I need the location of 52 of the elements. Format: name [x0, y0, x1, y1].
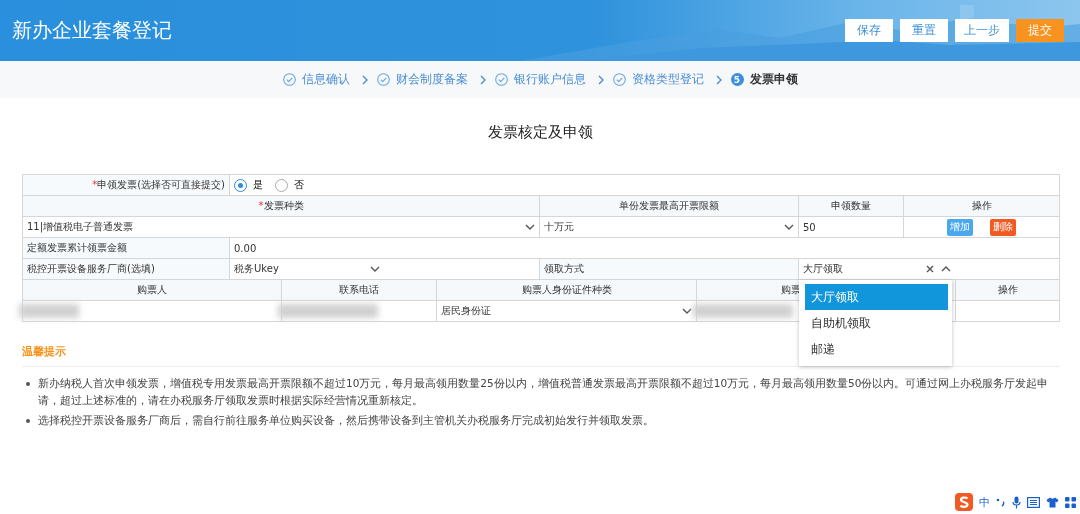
field-label: 领取方式: [544, 262, 584, 276]
bullet-icon: [26, 419, 30, 423]
column-header: *发票种类: [258, 199, 304, 213]
tip-text: 选择税控开票设备服务厂商后，需自行前往服务单位购买设备，然后携带设备到主管机关办税服务厅完成初始发行并领取发票。: [38, 413, 654, 428]
ime-logo-icon[interactable]: [955, 493, 973, 511]
column-header: 联系电话: [339, 283, 379, 297]
dropdown-option[interactable]: 邮递: [805, 336, 948, 362]
chevron-up-icon[interactable]: [941, 266, 951, 272]
column-header: 操作: [997, 283, 1018, 297]
keyboard-icon[interactable]: [1027, 496, 1040, 508]
step-label: 资格类型登记: [631, 71, 704, 88]
shirt-icon[interactable]: [1046, 496, 1059, 508]
form-title: 发票核定及申领: [486, 122, 594, 143]
limit-select[interactable]: 十万元: [540, 217, 799, 238]
field-label: *申领发票(选择否可直接提交): [92, 178, 225, 192]
dropdown-option[interactable]: 自助机领取: [805, 310, 948, 336]
chevron-right-icon: [361, 74, 368, 85]
header-button[interactable]: 保存: [845, 19, 893, 42]
grid-icon[interactable]: [1065, 496, 1076, 508]
chevron-down-icon: [784, 224, 794, 230]
column-header: 购票人: [137, 283, 167, 297]
column-header: 申领数量: [831, 199, 871, 213]
chevron-down-icon: [682, 308, 692, 314]
chevron-down-icon: [370, 266, 380, 272]
header-button[interactable]: 上一步: [955, 19, 1009, 42]
bullet-icon: [26, 382, 30, 386]
microphone-icon[interactable]: [1012, 495, 1021, 509]
header-button[interactable]: 重置: [900, 19, 948, 42]
field-label: 定额发票累计领票金额: [27, 241, 127, 255]
chevron-down-icon: [525, 224, 535, 230]
tip-text: 新办纳税人首次申领发票，增值税专用发票最高开票限额不超过10万元，每月最高领用数量25份以内，增值税普通发票最高开票限额不超过10万元，每月最高领用数量50份以内。可通过网上办税服务厅发起申请，超过上述标准的，请在办税服务厅领取发票时根据实际经营情况重新核定。: [38, 376, 1050, 408]
field-label: 税控开票设备服务厂商(选填): [27, 262, 155, 276]
punctuation-icon[interactable]: [996, 497, 1006, 507]
radio-option[interactable]: 是: [234, 178, 263, 192]
column-header: 购票人身份证件种类: [521, 283, 612, 297]
chevron-right-icon: [597, 74, 604, 85]
input-mode[interactable]: 中: [979, 494, 990, 510]
radio-option[interactable]: 否: [275, 178, 304, 192]
pickup-select[interactable]: 大厅领取: [803, 262, 926, 276]
chevron-right-icon: [479, 74, 486, 85]
vendor-select[interactable]: 税务Ukey: [234, 259, 380, 279]
step-label: 发票申领: [749, 71, 798, 88]
step-label: 财会制度备案: [395, 71, 468, 88]
column-header: 单份发票最高开票限额: [619, 199, 719, 213]
page-title: 新办企业套餐登记: [12, 17, 172, 44]
quantity-field[interactable]: 50: [799, 217, 904, 238]
column-header: 操作: [971, 199, 992, 213]
step-label: 信息确认: [301, 71, 350, 88]
clear-icon[interactable]: [926, 265, 934, 273]
step-number: 5: [730, 73, 744, 86]
step-label: 银行账户信息: [513, 71, 586, 88]
chevron-right-icon: [715, 74, 722, 85]
